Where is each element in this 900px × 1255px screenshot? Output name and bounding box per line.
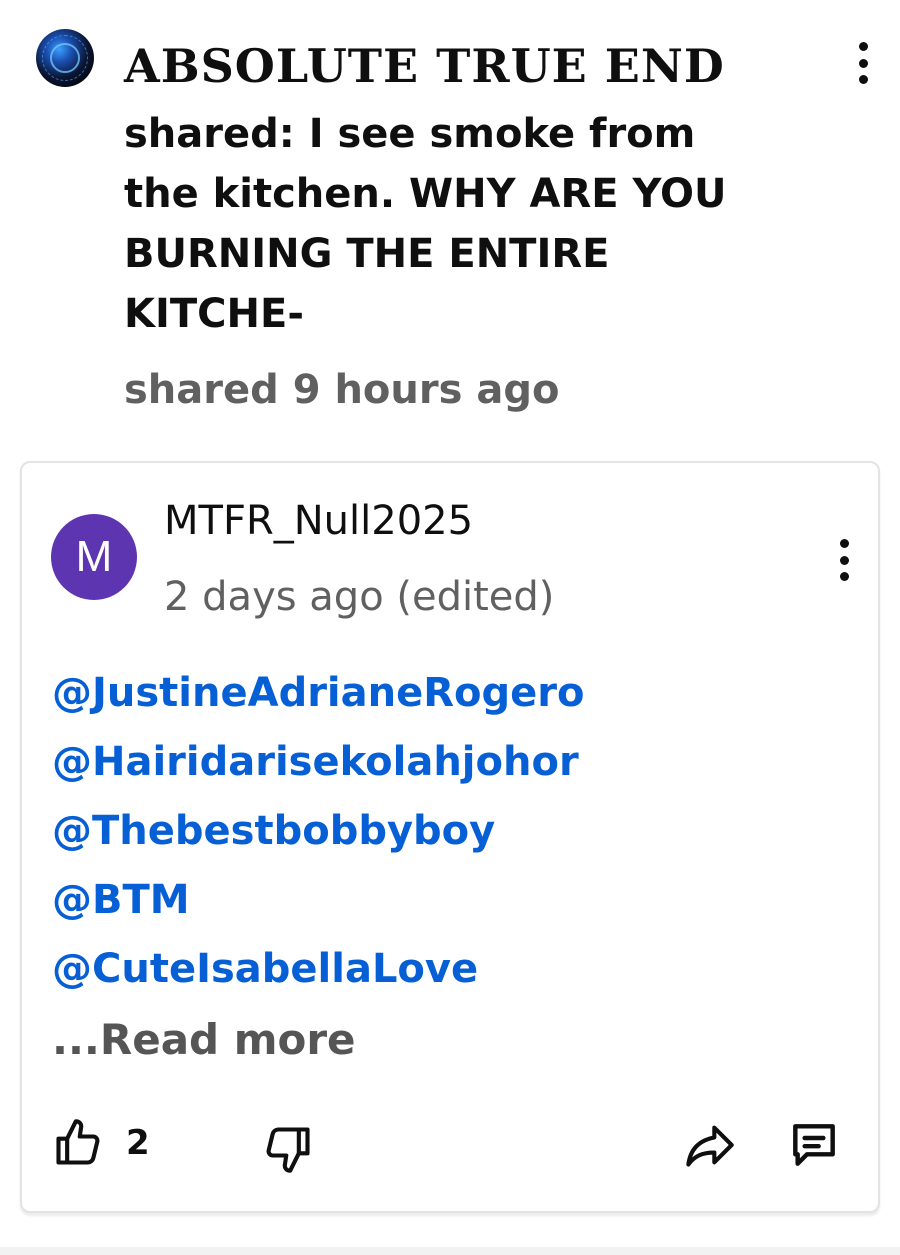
share-icon	[686, 1125, 734, 1167]
mention-link[interactable]: @BTM	[52, 866, 584, 935]
comment-more-options-icon[interactable]	[830, 537, 858, 583]
reply-button[interactable]	[786, 1117, 842, 1173]
thumbs-down-icon	[266, 1127, 310, 1173]
comment-timestamp: 2 days ago (edited)	[164, 574, 555, 620]
like-count: 2	[126, 1123, 150, 1163]
mention-link[interactable]: @CuteIsabellaLove	[52, 935, 584, 1004]
post-timestamp: shared 9 hours ago	[124, 367, 560, 413]
post-text: shared: I see smoke from the kitchen. WH…	[124, 111, 727, 337]
mention-link[interactable]: @Thebestbobbyboy	[52, 797, 584, 866]
post-avatar[interactable]	[36, 29, 94, 87]
comment-reply-icon	[793, 1124, 835, 1166]
read-more-link[interactable]: ...Read more	[52, 1007, 356, 1073]
share-button[interactable]	[682, 1119, 738, 1171]
mention-link[interactable]: @Hairidarisekolahjohor	[52, 728, 584, 797]
comment-author[interactable]: MTFR_Null2025	[164, 493, 473, 549]
comment-mentions: @JustineAdrianeRogero @Hairidarisekolahj…	[52, 659, 584, 1004]
post-more-options-icon[interactable]	[849, 40, 877, 86]
thumbs-up-icon	[56, 1119, 100, 1165]
comment-card: M MTFR_Null2025 2 days ago (edited) @Jus…	[20, 461, 880, 1213]
dislike-button[interactable]	[262, 1123, 314, 1175]
post-author[interactable]: ABSOLUTE TRUE END	[124, 38, 725, 94]
divider	[0, 1247, 900, 1255]
comment-avatar[interactable]: M	[51, 514, 137, 600]
like-button[interactable]: 2	[52, 1117, 150, 1169]
mention-link[interactable]: @JustineAdrianeRogero	[52, 659, 584, 728]
